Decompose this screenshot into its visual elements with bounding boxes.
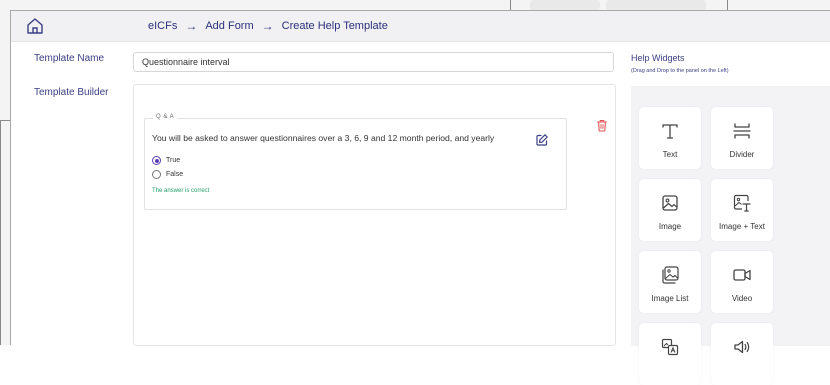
widget-text[interactable]: Text: [639, 107, 701, 169]
qa-question-text: You will be asked to answer questionnair…: [152, 133, 495, 143]
widget-image-caption[interactable]: [639, 323, 701, 385]
help-widgets-title: Help Widgets: [631, 53, 685, 63]
image-caption-icon: [661, 338, 679, 356]
edit-icon[interactable]: [535, 133, 549, 147]
widget-label: Image List: [651, 294, 689, 303]
widget-audio[interactable]: [711, 323, 773, 385]
background-window-edge: [0, 120, 1, 345]
template-name-input[interactable]: [133, 52, 614, 72]
breadcrumb-item-current: Create Help Template: [281, 20, 388, 32]
widget-image[interactable]: Image: [639, 179, 701, 241]
background-window-edge: [510, 0, 511, 10]
home-icon[interactable]: [25, 16, 45, 36]
widget-label: Text: [662, 150, 678, 159]
widget-label: Image + Text: [719, 222, 765, 231]
help-widgets-subtitle: (Drag and Drop to the panel on the Left): [631, 68, 729, 74]
video-icon: [733, 269, 751, 281]
image-list-icon: [662, 266, 679, 284]
background-window-shadow: [606, 0, 706, 10]
widget-divider[interactable]: Divider: [711, 107, 773, 169]
widget-label: Divider: [729, 150, 755, 159]
breadcrumb-separator: →: [185, 19, 198, 33]
app-window: eICFs → Add Form → Create Help Template …: [10, 10, 830, 385]
image-text-icon: [733, 194, 751, 212]
breadcrumb-item-eicfs[interactable]: eICFs: [148, 20, 177, 32]
template-builder-panel[interactable]: Q & A You will be asked to answer questi…: [133, 84, 616, 346]
template-name-label: Template Name: [34, 53, 105, 64]
breadcrumb: eICFs → Add Form → Create Help Template: [148, 19, 388, 33]
qa-card-legend: Q & A: [153, 114, 178, 120]
radio-option-false[interactable]: False: [152, 170, 183, 179]
widget-image-text[interactable]: Image + Text: [711, 179, 773, 241]
template-builder-label: Template Builder: [34, 87, 109, 98]
radio-option-label: False: [166, 171, 184, 178]
top-bar: eICFs → Add Form → Create Help Template: [11, 11, 830, 42]
widget-image-list[interactable]: Image List: [639, 251, 701, 313]
widget-label: Video: [731, 294, 753, 303]
radio-unselected-icon[interactable]: [152, 170, 161, 179]
background-window-edge: [0, 120, 10, 121]
radio-selected-icon[interactable]: [152, 156, 161, 165]
answer-status-text: The answer is correct: [152, 188, 210, 194]
qa-card[interactable]: Q & A You will be asked to answer questi…: [144, 114, 567, 210]
widget-video[interactable]: Video: [711, 251, 773, 313]
widget-label: Image: [658, 222, 682, 231]
text-icon: [662, 124, 678, 139]
trash-icon[interactable]: [596, 119, 608, 132]
help-widgets-panel: Text Divider Image Image + Text Image Li…: [631, 86, 830, 385]
background-window-shadow: [530, 0, 600, 10]
audio-icon: [734, 340, 750, 354]
background-window-edge: [727, 0, 728, 10]
radio-option-label: True: [166, 157, 181, 164]
breadcrumb-item-add-form[interactable]: Add Form: [205, 20, 253, 32]
divider-icon: [733, 123, 751, 139]
image-icon: [662, 195, 678, 211]
breadcrumb-separator: →: [261, 19, 274, 33]
radio-option-true[interactable]: True: [152, 156, 180, 165]
